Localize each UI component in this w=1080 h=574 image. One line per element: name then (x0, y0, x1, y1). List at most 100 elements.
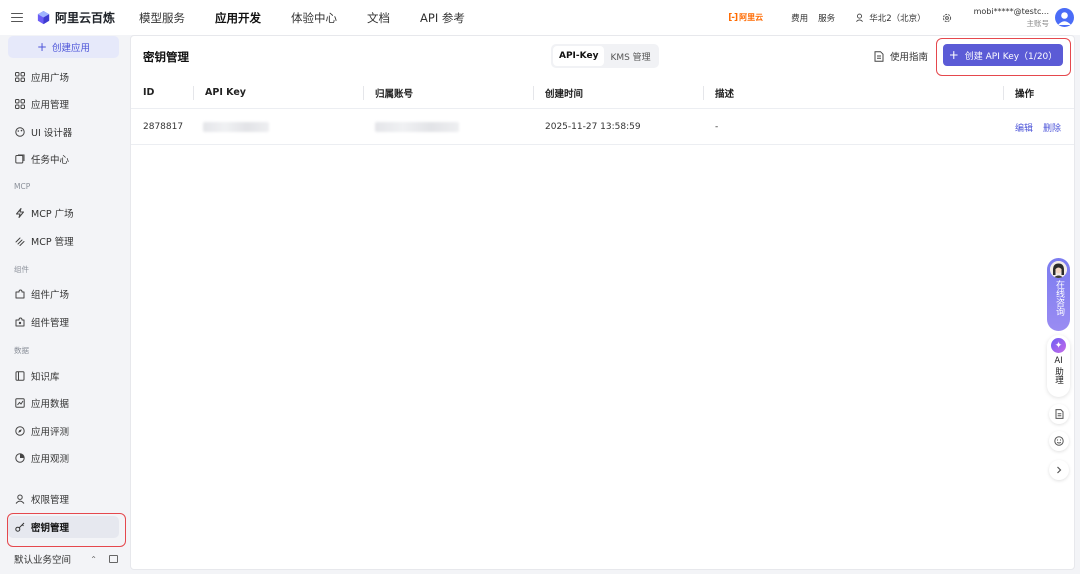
workspace-label: 默认业务空间 (14, 555, 72, 566)
brand-logo[interactable]: 阿里云百炼 (36, 9, 115, 26)
service-link[interactable]: 服务 (818, 12, 835, 24)
chart-icon (15, 398, 25, 408)
create-app-button[interactable]: + 创建应用 (8, 36, 119, 58)
nav-api-ref[interactable]: API 参考 (420, 10, 465, 26)
sidebar-item-label: 权限管理 (31, 495, 70, 506)
sidebar-item-knowledge-base[interactable]: 知识库 (8, 365, 119, 387)
online-consult-button[interactable]: 在线咨询 (1047, 258, 1070, 331)
chevron-right-icon (1057, 466, 1062, 474)
sidebar-item-label: 密钥管理 (31, 523, 70, 534)
cell-id: 2878817 (143, 122, 184, 132)
consultant-avatar (1050, 261, 1067, 278)
create-api-key-button[interactable]: + 创建 API Key（1/20） (943, 44, 1063, 66)
cell-created: 2025-11-27 13:58:59 (545, 122, 641, 132)
ai-assistant-button[interactable]: ✦ AI 助理 (1047, 335, 1070, 397)
main-nav: 模型服务 应用开发 体验中心 文档 API 参考 (139, 0, 495, 35)
top-right: [-] 阿里云 费用 服务 华北2（北京） mobi*****@testc...… (728, 0, 1074, 35)
mcp-icon (15, 236, 25, 246)
create-api-key-label: 创建 API Key（1/20） (964, 51, 1058, 62)
brand-name: 阿里云百炼 (55, 11, 116, 25)
sidebar-item-key-management[interactable]: 密钥管理 (8, 516, 119, 538)
brand-logo-icon (37, 10, 50, 25)
group-label-data: 数据 (14, 346, 29, 355)
nav-model-service[interactable]: 模型服务 (139, 10, 185, 26)
component-settings-icon (15, 317, 25, 327)
key-icon (15, 522, 25, 532)
sidebar-item-component-manage[interactable]: 组件管理 (8, 311, 119, 333)
sidebar-item-app-manage[interactable]: 应用管理 (8, 93, 119, 115)
sidebar-item-label: MCP 管理 (31, 237, 74, 248)
sidebar-item-component-plaza[interactable]: 组件广场 (8, 283, 119, 305)
sidebar-item-app-plaza[interactable]: 应用广场 (8, 66, 119, 88)
nav-experience[interactable]: 体验中心 (291, 10, 337, 26)
feedback-float-button[interactable] (1049, 431, 1069, 451)
column-divider (703, 86, 704, 100)
tab-group: API-Key KMS 管理 (551, 44, 659, 68)
task-icon (15, 154, 25, 164)
pie-icon (15, 453, 25, 463)
sidebar-item-mcp-plaza[interactable]: MCP 广场 (8, 202, 119, 224)
location-icon (856, 13, 864, 22)
sidebar-item-task-center[interactable]: 任务中心 (8, 148, 119, 170)
sidebar-item-label: 知识库 (31, 372, 60, 383)
delete-link[interactable]: 删除 (1043, 121, 1061, 134)
sidebar-item-app-observe[interactable]: 应用观测 (8, 447, 119, 469)
tab-api-key[interactable]: API-Key (553, 46, 605, 66)
user-avatar-icon (1058, 12, 1071, 25)
aliyun-link[interactable]: [-] 阿里云 (728, 12, 763, 23)
region-selector[interactable]: 华北2（北京） (855, 12, 926, 24)
col-header-created: 创建时间 (545, 88, 584, 100)
plus-icon: + (36, 40, 48, 54)
sidebar-item-label: 组件广场 (31, 290, 70, 301)
sidebar-item-label: 应用数据 (31, 399, 70, 410)
expand-float-button[interactable] (1049, 460, 1069, 480)
smiley-icon (1054, 436, 1064, 446)
usage-guide-link[interactable]: 使用指南 (874, 49, 928, 63)
col-header-description: 描述 (715, 88, 735, 100)
grid-icon (15, 72, 25, 82)
tab-kms[interactable]: KMS 管理 (604, 46, 656, 66)
cell-api-key-masked[interactable] (203, 109, 269, 145)
sidebar-item-app-eval[interactable]: 应用评测 (8, 420, 119, 442)
col-header-api-key: API Key (205, 87, 246, 98)
menu-icon[interactable] (11, 12, 23, 23)
edit-link[interactable]: 编辑 (1015, 121, 1033, 134)
account-info[interactable]: mobi*****@testc... 主账号 (974, 6, 1049, 30)
sidebar: + 创建应用 应用广场 应用管理 UI 设计器 任务中心 MCP MCP 广场 … (0, 35, 128, 574)
top-bar: 阿里云百炼 模型服务 应用开发 体验中心 文档 API 参考 [-] 阿里云 费… (0, 0, 1080, 35)
plus-icon: + (948, 48, 959, 62)
column-divider (363, 86, 364, 100)
palette-icon (15, 127, 25, 137)
table-row: 2878817 2025-11-27 13:58:59 - 编辑 删除 (131, 109, 1074, 145)
sidebar-item-app-data[interactable]: 应用数据 (8, 392, 119, 414)
sparkle-icon: ✦ (1051, 338, 1066, 353)
main-panel: 密钥管理 API-Key KMS 管理 使用指南 + 创建 API Key（1/… (130, 35, 1075, 570)
billing-link[interactable]: 费用 (791, 12, 808, 24)
nav-docs[interactable]: 文档 (367, 10, 390, 26)
usage-guide-label: 使用指南 (890, 52, 929, 63)
nav-app-dev[interactable]: 应用开发 (215, 10, 261, 26)
aliyun-logo-icon: [-] (728, 12, 738, 23)
settings-button[interactable] (942, 13, 952, 23)
sidebar-item-mcp-manage[interactable]: MCP 管理 (8, 230, 119, 252)
group-label-mcp: MCP (14, 182, 31, 191)
col-header-id: ID (143, 87, 155, 98)
book-icon (15, 371, 25, 381)
collapse-sidebar-icon[interactable] (109, 555, 118, 563)
col-header-actions: 操作 (1015, 88, 1035, 100)
sidebar-item-permission[interactable]: 权限管理 (8, 488, 119, 510)
avatar[interactable] (1055, 8, 1074, 27)
doc-float-button[interactable] (1049, 404, 1069, 424)
sidebar-item-label: 应用评测 (31, 427, 70, 438)
workspace-switcher[interactable]: 默认业务空间 ⌃ (14, 552, 118, 566)
column-divider (533, 86, 534, 100)
cell-description: - (715, 122, 719, 132)
page-title: 密钥管理 (143, 50, 189, 64)
create-app-label: 创建应用 (52, 43, 91, 54)
chevron-up-icon[interactable]: ⌃ (90, 555, 97, 564)
component-icon (15, 289, 25, 299)
document-icon (1055, 409, 1063, 419)
col-header-account: 归属账号 (375, 88, 414, 100)
sidebar-item-ui-designer[interactable]: UI 设计器 (8, 121, 119, 143)
ai-assistant-label: 助理 (1053, 367, 1064, 384)
